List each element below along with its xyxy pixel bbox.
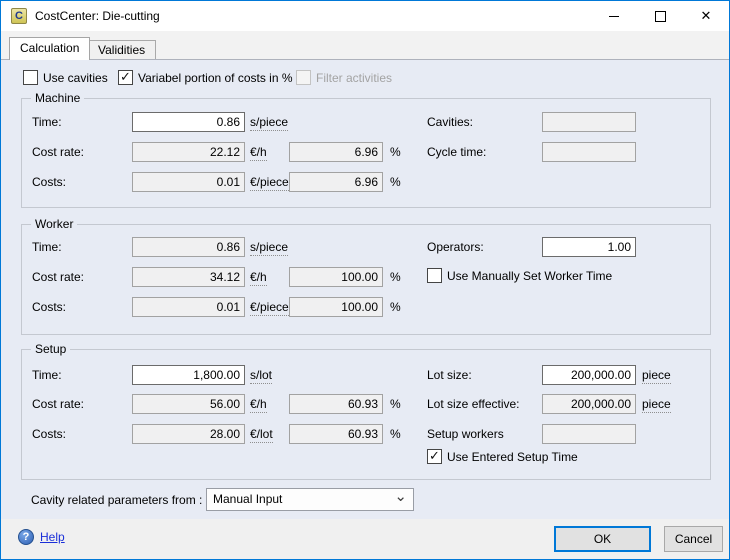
worker-time-label: Time: [32, 240, 62, 254]
maximize-button[interactable] [637, 1, 683, 31]
cavity-source-label: Cavity related parameters from : [31, 493, 202, 507]
minimize-button[interactable] [591, 1, 637, 31]
machine-time-label: Time: [32, 115, 62, 129]
app-icon: C [11, 8, 27, 24]
variabel-portion-label: Variabel portion of costs in % [138, 71, 293, 85]
setup-cost-rate-percent-field [289, 394, 383, 414]
worker-group: Worker Time: s/piece Cost rate: €/h % Co… [21, 224, 711, 335]
setup-costs-label: Costs: [32, 427, 66, 441]
tab-validities[interactable]: Validities [87, 40, 156, 59]
setup-workers-field [542, 424, 636, 444]
machine-time-input[interactable] [132, 112, 245, 132]
filter-activities-label: Filter activities [316, 71, 392, 85]
calculation-tab-page: ✓ Use cavities ✓ Variabel portion of cos… [1, 59, 729, 519]
machine-cost-rate-field [132, 142, 245, 162]
window-title: CostCenter: Die-cutting [35, 9, 160, 23]
percent-label: % [390, 300, 401, 314]
worker-cost-rate-unit: €/h [250, 270, 267, 286]
machine-costs-percent-field [289, 172, 383, 192]
use-manual-worker-time-label: Use Manually Set Worker Time [447, 269, 612, 283]
tab-calculation[interactable]: Calculation [9, 37, 90, 60]
setup-time-unit: s/lot [250, 368, 272, 384]
use-manual-worker-time-checkbox[interactable]: ✓ [427, 268, 442, 283]
titlebar: C CostCenter: Die-cutting ✕ [1, 1, 729, 31]
setup-group-title: Setup [31, 342, 70, 356]
machine-costs-unit: €/piece [250, 175, 289, 191]
worker-cost-rate-field [132, 267, 245, 287]
machine-group: Machine Time: s/piece Cost rate: €/h % C… [21, 98, 711, 208]
worker-cost-rate-label: Cost rate: [32, 270, 84, 284]
operators-input[interactable] [542, 237, 636, 257]
cavity-source-value: Manual Input [213, 492, 282, 506]
checkmark-icon: ✓ [120, 69, 131, 85]
machine-cost-rate-percent-field [289, 142, 383, 162]
machine-costs-label: Costs: [32, 175, 66, 189]
close-button[interactable]: ✕ [683, 1, 729, 31]
setup-costs-unit: €/lot [250, 427, 273, 443]
cycle-time-label: Cycle time: [427, 145, 486, 159]
cavities-field [542, 112, 636, 132]
setup-cost-rate-label: Cost rate: [32, 397, 84, 411]
use-entered-setup-time-checkbox[interactable]: ✓ [427, 449, 442, 464]
percent-label: % [390, 397, 401, 411]
setup-costs-percent-field [289, 424, 383, 444]
worker-costs-percent-field [289, 297, 383, 317]
percent-label: % [390, 270, 401, 284]
costcenter-dialog: C CostCenter: Die-cutting ✕ Calculation … [0, 0, 730, 560]
setup-cost-rate-unit: €/h [250, 397, 267, 413]
ok-button[interactable]: OK [554, 526, 651, 552]
machine-time-unit: s/piece [250, 115, 288, 131]
worker-costs-label: Costs: [32, 300, 66, 314]
use-entered-setup-time-label: Use Entered Setup Time [447, 450, 578, 464]
help-icon[interactable]: ? [18, 529, 34, 545]
machine-cost-rate-unit: €/h [250, 145, 267, 161]
percent-label: % [390, 427, 401, 441]
tab-strip: Calculation Validities [1, 31, 729, 59]
lot-size-effective-unit: piece [642, 397, 671, 413]
lot-size-unit: piece [642, 368, 671, 384]
lot-size-input[interactable] [542, 365, 636, 385]
cavities-label: Cavities: [427, 115, 473, 129]
setup-group: Setup Time: s/lot Cost rate: €/h % Costs… [21, 349, 711, 480]
machine-group-title: Machine [31, 91, 84, 105]
setup-time-input[interactable] [132, 365, 245, 385]
cycle-time-field [542, 142, 636, 162]
setup-cost-rate-field [132, 394, 245, 414]
percent-label: % [390, 145, 401, 159]
minimize-icon [609, 16, 619, 17]
filter-activities-checkbox: ✓ [296, 70, 311, 85]
lot-size-effective-label: Lot size effective: [427, 397, 520, 411]
machine-costs-field [132, 172, 245, 192]
lot-size-label: Lot size: [427, 368, 472, 382]
use-cavities-checkbox[interactable]: ✓ [23, 70, 38, 85]
worker-time-field [132, 237, 245, 257]
lot-size-effective-field [542, 394, 636, 414]
variabel-portion-checkbox[interactable]: ✓ [118, 70, 133, 85]
cancel-button[interactable]: Cancel [664, 526, 723, 552]
worker-costs-field [132, 297, 245, 317]
worker-costs-unit: €/piece [250, 300, 289, 316]
operators-label: Operators: [427, 240, 484, 254]
worker-cost-rate-percent-field [289, 267, 383, 287]
machine-cost-rate-label: Cost rate: [32, 145, 84, 159]
use-cavities-label: Use cavities [43, 71, 108, 85]
setup-costs-field [132, 424, 245, 444]
setup-time-label: Time: [32, 368, 62, 382]
chevron-down-icon: ⌄ [394, 487, 407, 505]
cavity-source-dropdown[interactable]: Manual Input ⌄ [206, 488, 414, 511]
worker-group-title: Worker [31, 217, 77, 231]
percent-label: % [390, 175, 401, 189]
checkmark-icon: ✓ [429, 448, 440, 464]
help-link[interactable]: Help [40, 530, 65, 544]
setup-workers-label: Setup workers [427, 427, 504, 441]
button-bar: ? Help OK Cancel [1, 518, 729, 559]
close-icon: ✕ [701, 8, 712, 23]
worker-time-unit: s/piece [250, 240, 288, 256]
maximize-icon [655, 11, 666, 22]
